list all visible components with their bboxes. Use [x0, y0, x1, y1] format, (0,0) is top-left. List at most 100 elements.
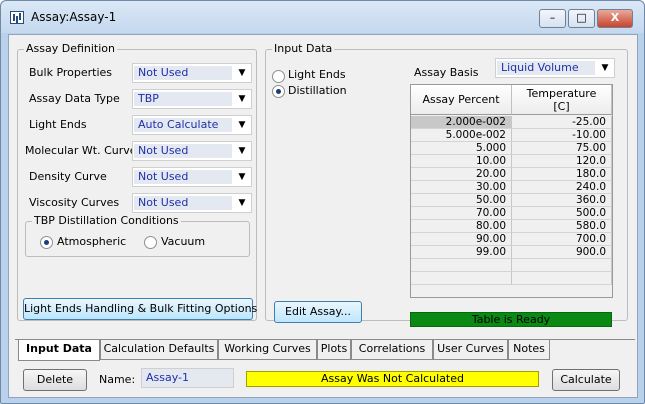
- assay-percent-cell[interactable]: 30.00: [411, 181, 512, 194]
- assay-percent-cell[interactable]: 10.00: [411, 155, 512, 168]
- bulk-properties-value: Not Used: [134, 66, 232, 80]
- assay-percent-cell[interactable]: 20.00: [411, 168, 512, 181]
- close-button[interactable]: X: [597, 9, 633, 28]
- density-curve-select[interactable]: Not Used ▼: [132, 167, 252, 187]
- assay-percent-cell[interactable]: 70.00: [411, 207, 512, 220]
- temperature-cell[interactable]: 500.0: [512, 207, 612, 220]
- temperature-cell[interactable]: [512, 259, 612, 272]
- light-ends-handling-button[interactable]: Light Ends Handling & Bulk Fitting Optio…: [23, 298, 257, 320]
- temperature-header[interactable]: Temperature [C]: [512, 85, 612, 115]
- temperature-cell[interactable]: 240.0: [512, 181, 612, 194]
- chevron-down-icon: ▼: [238, 94, 246, 104]
- app-icon: [10, 11, 24, 24]
- molecular-wt-curve-label: Molecular Wt. Curve: [25, 144, 137, 157]
- minimize-icon: –: [549, 11, 556, 24]
- table-row[interactable]: 20.00 180.0: [411, 168, 612, 181]
- title-bar[interactable]: Assay:Assay-1 – □ X: [1, 1, 644, 33]
- calculate-button[interactable]: Calculate: [552, 369, 620, 391]
- table-row[interactable]: 2.000e-002 -25.00: [411, 116, 612, 129]
- table-row[interactable]: 80.00 580.0: [411, 220, 612, 233]
- delete-button[interactable]: Delete: [23, 369, 87, 391]
- chevron-down-icon: ▼: [238, 68, 246, 78]
- distillation-radio[interactable]: [272, 85, 285, 98]
- assay-basis-select[interactable]: Liquid Volume ▼: [495, 58, 615, 78]
- name-input[interactable]: Assay-1: [141, 368, 234, 388]
- tab-notes[interactable]: Notes: [508, 340, 550, 360]
- tab-calculation-defaults[interactable]: Calculation Defaults: [100, 340, 218, 360]
- temperature-cell[interactable]: 180.0: [512, 168, 612, 181]
- temperature-cell[interactable]: 120.0: [512, 155, 612, 168]
- bulk-properties-select[interactable]: Not Used ▼: [132, 63, 252, 83]
- assay-percent-header[interactable]: Assay Percent: [411, 85, 512, 115]
- assay-percent-cell[interactable]: 90.00: [411, 233, 512, 246]
- chevron-down-icon: ▼: [238, 120, 246, 130]
- maximize-icon: □: [576, 11, 587, 24]
- light-ends-value: Auto Calculate: [134, 118, 232, 132]
- light-ends-select[interactable]: Auto Calculate ▼: [132, 115, 252, 135]
- temperature-cell[interactable]: 900.0: [512, 246, 612, 259]
- assay-data-type-value: TBP: [134, 92, 232, 106]
- tab-user-curves[interactable]: User Curves: [433, 340, 508, 360]
- assay-percent-cell[interactable]: 5.000: [411, 142, 512, 155]
- density-curve-value: Not Used: [134, 170, 232, 184]
- viscosity-curves-label: Viscosity Curves: [29, 196, 120, 209]
- assay-percent-cell[interactable]: 80.00: [411, 220, 512, 233]
- molecular-wt-curve-select[interactable]: Not Used ▼: [132, 141, 252, 161]
- chevron-down-icon: ▼: [238, 146, 246, 156]
- assay-definition-group: Assay Definition Bulk Properties Not Use…: [17, 42, 257, 321]
- temperature-cell[interactable]: 75.00: [512, 142, 612, 155]
- distillation-table: Assay Percent Temperature [C] 2.000e-002…: [410, 84, 613, 298]
- chevron-down-icon: ▼: [238, 172, 246, 182]
- bulk-properties-label: Bulk Properties: [29, 66, 113, 79]
- table-row[interactable]: 5.000 75.00: [411, 142, 612, 155]
- temperature-unit-label: [C]: [553, 100, 570, 113]
- temperature-cell[interactable]: [512, 272, 612, 285]
- table-row[interactable]: 70.00 500.0: [411, 207, 612, 220]
- atmospheric-radio[interactable]: [40, 236, 53, 249]
- table-row[interactable]: [411, 272, 612, 285]
- table-row[interactable]: 30.00 240.0: [411, 181, 612, 194]
- assay-percent-cell[interactable]: 5.000e-002: [411, 129, 512, 142]
- table-row[interactable]: [411, 259, 612, 272]
- table-row[interactable]: 50.00 360.0: [411, 194, 612, 207]
- assay-percent-cell[interactable]: 50.00: [411, 194, 512, 207]
- vacuum-radio[interactable]: [144, 236, 157, 249]
- tab-input-data[interactable]: Input Data: [18, 340, 100, 361]
- assay-percent-cell[interactable]: 99.00: [411, 246, 512, 259]
- temperature-cell[interactable]: -25.00: [512, 116, 612, 129]
- temperature-header-label: Temperature: [526, 87, 597, 100]
- temperature-cell[interactable]: 700.0: [512, 233, 612, 246]
- assay-data-type-select[interactable]: TBP ▼: [132, 89, 252, 109]
- table-row[interactable]: 5.000e-002 -10.00: [411, 129, 612, 142]
- chevron-down-icon: ▼: [601, 63, 609, 73]
- tab-plots[interactable]: Plots: [317, 340, 351, 360]
- tbp-conditions-group: TBP Distillation Conditions Atmospheric …: [25, 214, 250, 257]
- assay-data-type-label: Assay Data Type: [29, 92, 120, 105]
- tbp-conditions-legend: TBP Distillation Conditions: [32, 214, 181, 227]
- light-ends-radio[interactable]: [272, 70, 285, 83]
- density-curve-label: Density Curve: [29, 170, 107, 183]
- light-ends-label: Light Ends: [29, 118, 87, 131]
- table-row[interactable]: 99.00 900.0: [411, 246, 612, 259]
- assay-percent-cell[interactable]: [411, 272, 512, 285]
- tab-working-curves[interactable]: Working Curves: [218, 340, 317, 360]
- assay-percent-cell[interactable]: 2.000e-002: [411, 116, 512, 129]
- atmospheric-label: Atmospheric: [57, 235, 127, 248]
- assay-percent-cell[interactable]: [411, 259, 512, 272]
- table-row[interactable]: 10.00 120.0: [411, 155, 612, 168]
- viscosity-curves-select[interactable]: Not Used ▼: [132, 193, 252, 213]
- minimize-button[interactable]: –: [539, 9, 566, 28]
- edit-assay-button[interactable]: Edit Assay...: [274, 301, 362, 323]
- chevron-down-icon: ▼: [238, 198, 246, 208]
- calculation-status-message: Assay Was Not Calculated: [246, 371, 539, 387]
- temperature-cell[interactable]: -10.00: [512, 129, 612, 142]
- distillation-radio-label: Distillation: [288, 84, 347, 97]
- temperature-cell[interactable]: 580.0: [512, 220, 612, 233]
- temperature-cell[interactable]: 360.0: [512, 194, 612, 207]
- table-row[interactable]: 90.00 700.0: [411, 233, 612, 246]
- tab-correlations[interactable]: Correlations: [351, 340, 433, 360]
- viscosity-curves-value: Not Used: [134, 196, 232, 210]
- maximize-button[interactable]: □: [568, 9, 595, 28]
- input-data-legend: Input Data: [272, 42, 335, 55]
- vacuum-label: Vacuum: [161, 235, 206, 248]
